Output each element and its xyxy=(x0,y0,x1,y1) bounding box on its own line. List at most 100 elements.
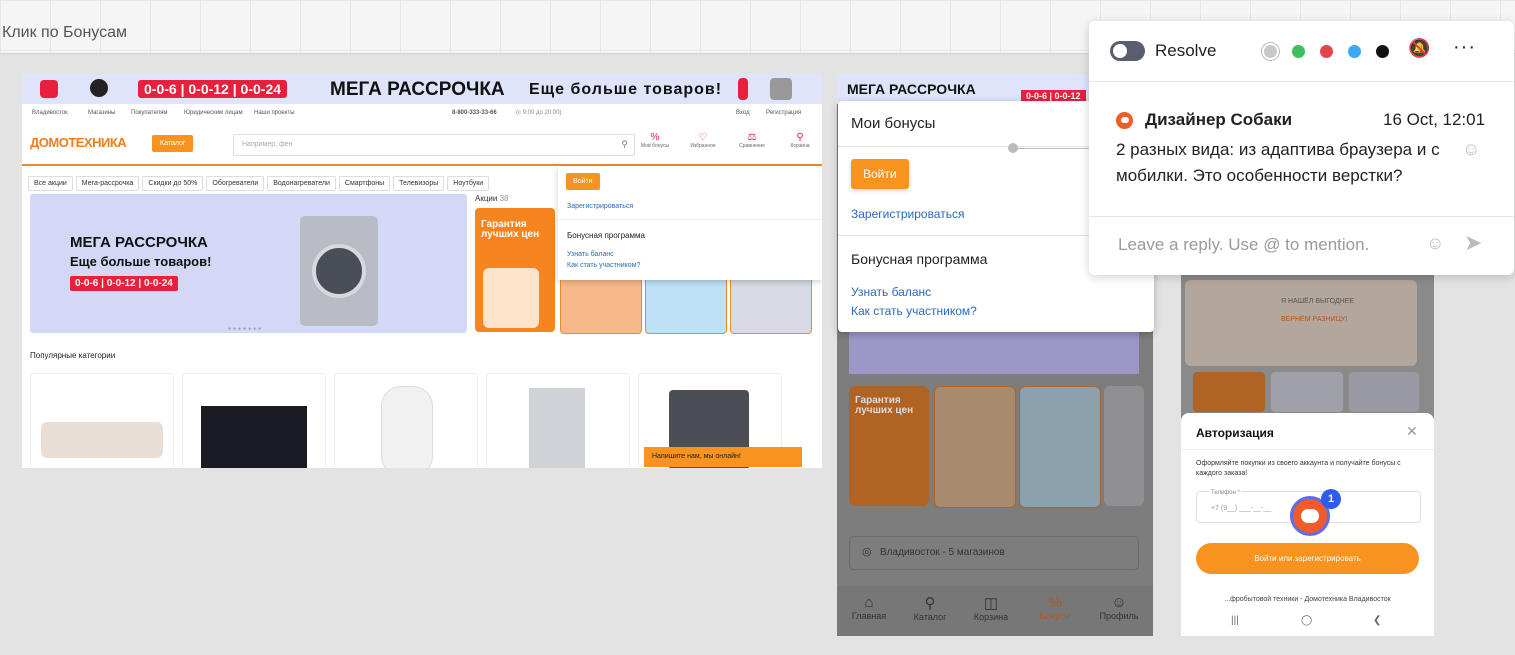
search-icon[interactable]: ⚲ xyxy=(621,139,628,150)
nav-shops[interactable]: Магазины xyxy=(88,110,115,116)
frame-title[interactable]: Клик по Бонусам xyxy=(2,24,127,42)
home-button-icon[interactable]: ◯ xyxy=(1301,615,1312,626)
mute-notifications-icon[interactable]: 🔕 xyxy=(1408,38,1430,59)
category-card[interactable] xyxy=(182,373,326,468)
mobile-promo-card[interactable] xyxy=(1019,386,1101,508)
comment-body: 2 разных вида: из адаптива браузера и с … xyxy=(1116,140,1440,185)
color-swatch-gray[interactable] xyxy=(1264,45,1277,58)
panel-login-button[interactable]: Войти xyxy=(851,159,909,189)
tab-label: Профиль xyxy=(1099,611,1139,621)
heart-icon: ♡ xyxy=(698,132,708,143)
chip-tv[interactable]: Телевизоры xyxy=(393,176,445,191)
reply-input[interactable] xyxy=(1116,234,1420,256)
comment-toolbar: Resolve 🔕 ··· xyxy=(1089,21,1514,82)
dropdown-login-button[interactable]: Войти xyxy=(566,173,600,190)
close-icon[interactable]: ✕ xyxy=(1406,423,1418,440)
panel-how-to-join-link[interactable]: Как стать участником? xyxy=(851,304,977,318)
modal-description: Оформляйте покупки из своего аккаунта и … xyxy=(1196,460,1401,477)
promo-icon xyxy=(40,80,58,98)
mobile-card-title: Гарантия лучших цен xyxy=(855,395,914,416)
how-to-join-link[interactable]: Как стать участником? xyxy=(567,262,640,269)
chip-all-promos[interactable]: Все акции xyxy=(28,176,73,191)
chip-laptops[interactable]: Ноутбуки xyxy=(447,176,490,191)
more-options-icon[interactable]: ··· xyxy=(1453,36,1476,59)
chip-water-heaters[interactable]: Водонагреватели xyxy=(267,176,336,191)
comment-marker[interactable]: 1 xyxy=(1290,489,1341,536)
compare-icon: ⚖ xyxy=(747,132,757,143)
favorites-button[interactable]: ♡ Избранное xyxy=(685,132,721,149)
mobile-promo-card[interactable]: Гарантия лучших цен xyxy=(849,386,929,506)
tab-profile[interactable]: ☺ Профиль xyxy=(1089,594,1149,621)
color-swatch-red[interactable] xyxy=(1320,45,1333,58)
category-card[interactable] xyxy=(30,373,174,468)
app-card[interactable] xyxy=(1193,372,1265,412)
city-link[interactable]: Владивосток xyxy=(32,110,68,116)
send-icon[interactable]: ➤ xyxy=(1464,230,1482,256)
hero-codes: 0-0-6 | 0-0-12 | 0-0-24 xyxy=(70,276,178,291)
app-promo-card[interactable]: Я НАШЁЛ ВЫГОДНЕЕ ВЕРНЁМ РАЗНИЦУ! xyxy=(1185,280,1417,366)
header-icon-label: Сравнение xyxy=(739,143,765,149)
resolve-label[interactable]: Resolve xyxy=(1155,41,1216,61)
panel-title: Мои бонусы xyxy=(851,115,936,132)
mobile-promo-card[interactable] xyxy=(1104,386,1144,506)
color-swatch-black[interactable] xyxy=(1376,45,1389,58)
tab-label: Корзина xyxy=(973,612,1009,622)
chip-phones[interactable]: Смартфоны xyxy=(338,176,391,191)
tab-cart[interactable]: ◫ Корзина xyxy=(961,594,1021,622)
modal-title: Авторизация xyxy=(1196,426,1274,440)
chip-heaters[interactable]: Обогреватели xyxy=(206,176,265,191)
cart-icon: ◫ xyxy=(983,595,999,612)
city-selector[interactable]: ◎ Владивосток - 5 магазинов xyxy=(849,536,1139,570)
recent-apps-icon[interactable]: ||| xyxy=(1231,615,1239,626)
login-link[interactable]: Вход xyxy=(736,110,750,116)
panel-register-link[interactable]: Зарегистрироваться xyxy=(851,207,964,221)
phone-hours: (с 9:00 до 20:00) xyxy=(516,110,562,116)
chip-mega[interactable]: Мега-рассрочка xyxy=(75,176,140,191)
nav-projects[interactable]: Наши проекты xyxy=(254,110,295,116)
tab-bonuses[interactable]: % Бонусы xyxy=(1025,594,1085,621)
tab-catalog[interactable]: ⚲ Каталог xyxy=(900,594,960,622)
online-chat-bar[interactable]: Напишите нам, мы онлайн! xyxy=(644,447,802,467)
profile-icon: ☺ xyxy=(1111,594,1127,611)
check-balance-link[interactable]: Узнать баланс xyxy=(567,251,614,258)
emoji-icon[interactable]: ☺ xyxy=(1426,233,1444,254)
promos-count: 38 xyxy=(499,194,509,203)
app-card[interactable] xyxy=(1271,372,1343,412)
resolve-toggle[interactable] xyxy=(1110,41,1145,61)
header-icon-label: Избранное xyxy=(690,143,716,149)
app-card[interactable] xyxy=(1349,372,1419,412)
comment-author: Дизайнер Собаки xyxy=(1145,110,1293,129)
back-icon[interactable]: ❮ xyxy=(1373,615,1381,626)
phone-number[interactable]: 8-800-333-33-66 xyxy=(452,110,497,116)
tab-home[interactable]: ⌂ Главная xyxy=(839,594,899,621)
bonus-dropdown: Войти Зарегистрироваться Бонусная програ… xyxy=(558,166,822,280)
reply-area: ☺ ➤ xyxy=(1089,216,1514,276)
site-logo[interactable]: ДОМОТЕХНИКА xyxy=(30,135,127,150)
register-link[interactable]: Регистрация xyxy=(766,110,801,116)
percent-icon: % xyxy=(1048,594,1062,611)
compare-button[interactable]: ⚖ Сравнение xyxy=(734,132,770,149)
panel-check-balance-link[interactable]: Узнать баланс xyxy=(851,285,931,299)
nav-buyers[interactable]: Покупателям xyxy=(131,110,168,116)
smartwatch-icon xyxy=(90,79,108,97)
chip-discounts[interactable]: Скидки до 50% xyxy=(142,176,204,191)
cart-button[interactable]: ⚲ Корзина xyxy=(782,132,818,149)
catalog-button[interactable]: Каталог xyxy=(152,135,194,152)
category-card[interactable] xyxy=(486,373,630,468)
comment-panel: Resolve 🔕 ··· Дизайнер Собаки 16 Oct, 12… xyxy=(1089,21,1514,275)
carousel-dots[interactable]: ●●●●●●● xyxy=(228,326,263,332)
color-swatch-green[interactable] xyxy=(1292,45,1305,58)
color-swatch-blue[interactable] xyxy=(1348,45,1361,58)
login-or-register-button[interactable]: Войти или зарегистрировать xyxy=(1196,543,1419,574)
category-card[interactable] xyxy=(334,373,478,468)
promo-card-guarantee[interactable]: Гарантия лучших цен xyxy=(475,208,555,332)
my-bonuses-button[interactable]: % Мои бонусы xyxy=(637,132,673,149)
add-reaction-icon[interactable]: ☺ xyxy=(1462,139,1480,160)
washer-icon xyxy=(770,78,792,100)
mobile-promo-card[interactable] xyxy=(934,386,1016,508)
nav-legal[interactable]: Юридическим лицам xyxy=(184,110,243,116)
search-input[interactable]: Например, фен ⚲ xyxy=(233,134,635,156)
fridge-image xyxy=(529,388,585,468)
hero-banner[interactable]: МЕГА РАССРОЧКА Еще больше товаров! 0-0-6… xyxy=(30,194,467,333)
dropdown-register-link[interactable]: Зарегистрироваться xyxy=(567,203,633,210)
